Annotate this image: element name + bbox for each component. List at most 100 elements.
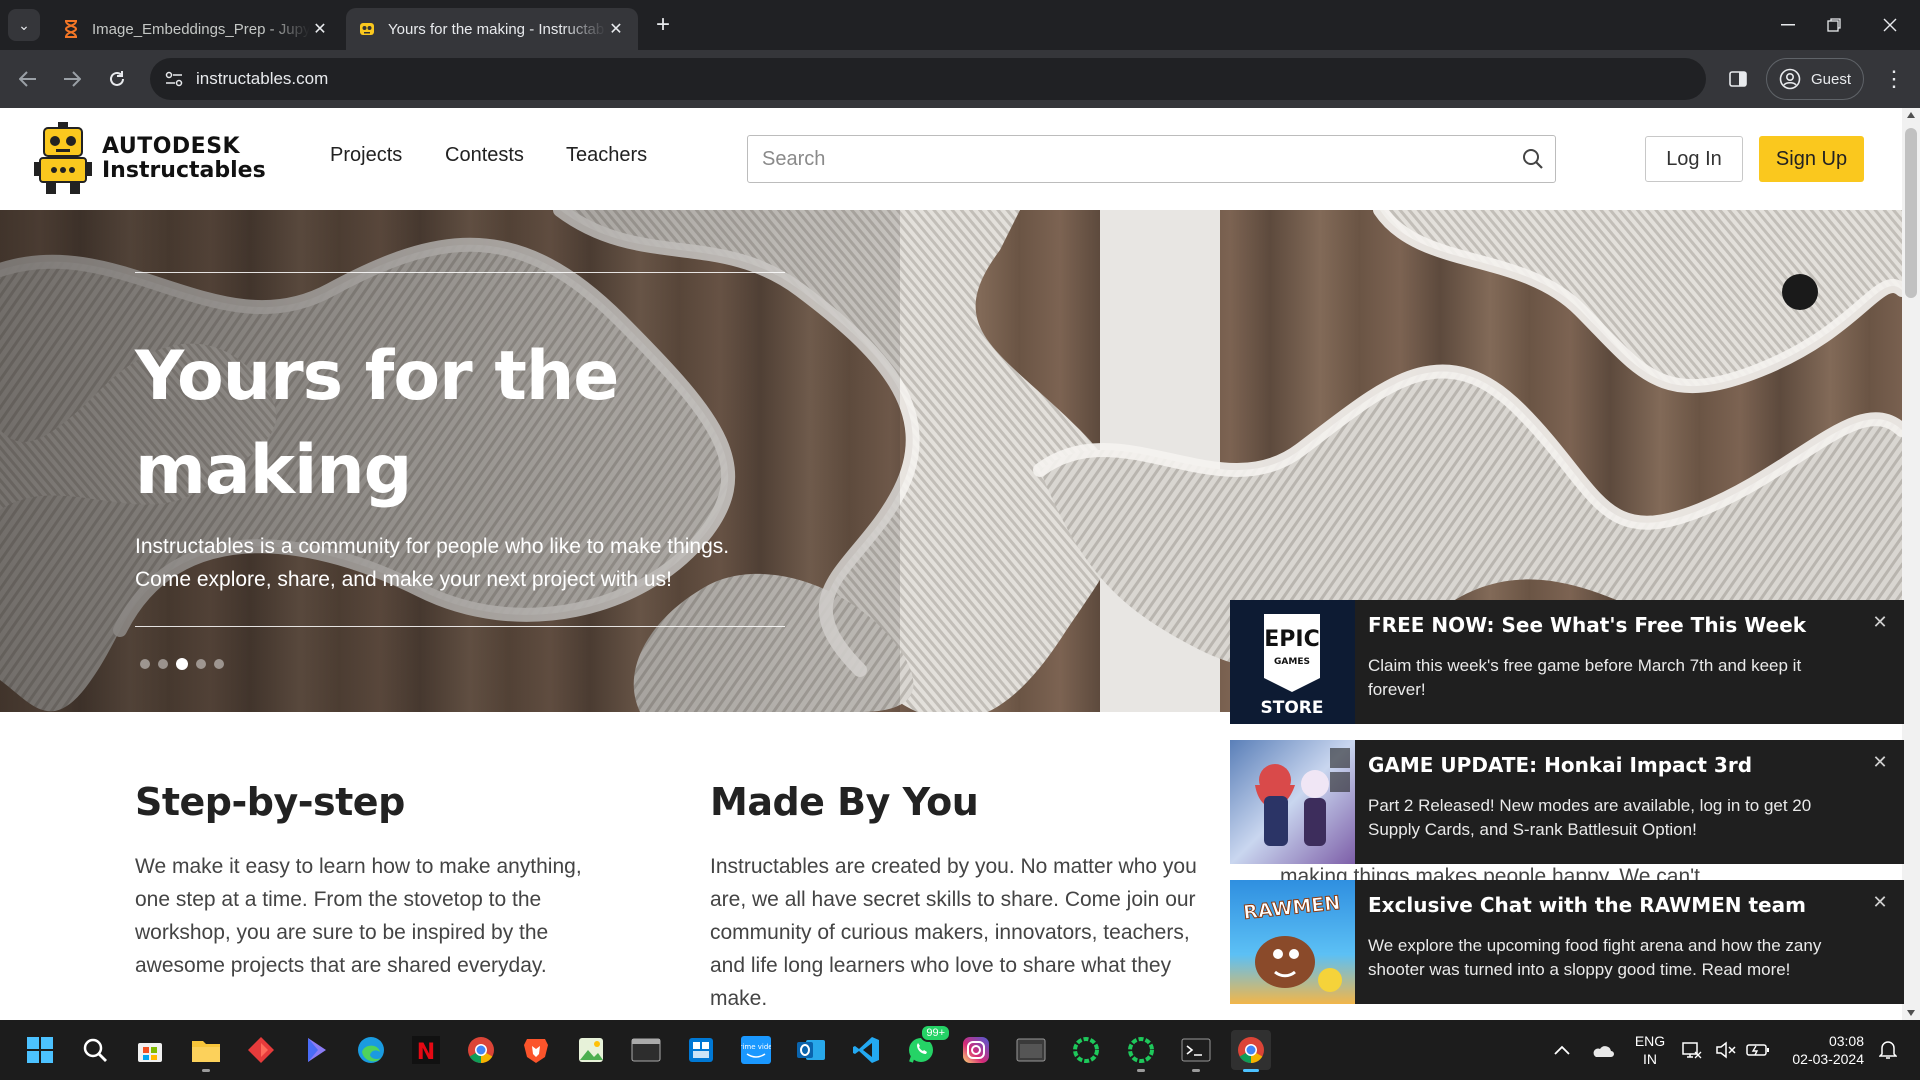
more-menu-icon[interactable]: ⋮	[1880, 63, 1908, 95]
scroll-down-icon[interactable]	[1907, 1010, 1915, 1016]
log-in-button[interactable]: Log In	[1645, 136, 1743, 182]
tab-close-icon[interactable]: ✕	[310, 19, 330, 39]
close-icon[interactable]: ✕	[1868, 890, 1892, 914]
site-info-icon[interactable]	[162, 67, 186, 91]
netflix-icon[interactable]: N	[406, 1030, 446, 1070]
hero-subtitle: Instructables is a community for people …	[135, 530, 815, 596]
onedrive-cloud-icon[interactable]	[1582, 1030, 1622, 1070]
forward-arrow-icon[interactable]	[56, 63, 88, 95]
chrome-active-icon[interactable]	[1231, 1030, 1271, 1072]
outlook-icon[interactable]	[791, 1030, 831, 1070]
instructables-logo[interactable]: AUTODESK Instructables	[34, 122, 266, 196]
system-clock[interactable]: 03:08 02-03-2024	[1782, 1032, 1864, 1068]
close-icon[interactable]: ✕	[1868, 610, 1892, 634]
guest-avatar-icon	[1779, 68, 1801, 90]
feature-title: Step-by-step	[135, 780, 405, 824]
app-red-icon[interactable]	[241, 1030, 281, 1070]
nav-teachers[interactable]: Teachers	[566, 144, 647, 167]
profile-label: Guest	[1811, 70, 1852, 88]
green-ring-2-icon[interactable]	[1121, 1030, 1161, 1072]
search-icon[interactable]	[75, 1030, 115, 1070]
running-indicator	[1243, 1069, 1259, 1072]
address-bar[interactable]: instructables.com	[150, 58, 1706, 100]
scroll-up-icon[interactable]	[1907, 112, 1915, 118]
rawmen-logo-text: RAWMEN	[1242, 892, 1341, 924]
new-tab-button[interactable]: +	[650, 11, 676, 38]
running-indicator	[1192, 1069, 1200, 1072]
search-box	[747, 135, 1556, 183]
hourglass-icon	[62, 20, 80, 38]
tab-title: Yours for the making - Instructables	[388, 20, 606, 38]
carousel-dot-2[interactable]	[158, 659, 168, 669]
photos-icon[interactable]	[571, 1030, 611, 1070]
notification-epic-free[interactable]: EPIC GAMES STORE FREE NOW: See What's Fr…	[1230, 600, 1904, 724]
whatsapp-unread-badge: 99+	[920, 1024, 951, 1042]
notification-body: GAME UPDATE: Honkai Impact 3rd Part 2 Re…	[1355, 740, 1904, 864]
instagram-icon[interactable]	[956, 1030, 996, 1070]
notification-bell-icon[interactable]	[1868, 1030, 1908, 1070]
site-header: AUTODESK Instructables Projects Contests…	[0, 108, 1902, 210]
notification-text: We explore the upcoming food fight arena…	[1368, 936, 1822, 979]
honkai-impact-thumb	[1230, 740, 1355, 864]
notification-body: Exclusive Chat with the RAWMEN team We e…	[1355, 880, 1904, 1004]
search-input[interactable]	[748, 136, 1511, 182]
prime-video-icon[interactable]: prime video	[736, 1030, 776, 1070]
carousel-dot-5[interactable]	[214, 659, 224, 669]
feature-text: Instructables are created by you. No mat…	[710, 855, 1197, 1010]
language-line-2: IN	[1643, 1051, 1657, 1067]
start-icon[interactable]	[20, 1030, 60, 1070]
feature-step-by-step: Step-by-step We make it easy to learn ho…	[135, 780, 605, 982]
reload-icon[interactable]	[101, 63, 133, 95]
scrollbar-thumb[interactable]	[1905, 128, 1917, 298]
hero-bottom-divider	[135, 626, 785, 627]
epic-games-store-thumb: EPIC GAMES STORE	[1230, 600, 1355, 724]
side-panel-icon[interactable]	[1724, 65, 1752, 93]
hero-subtitle-line-1: Instructables is a community for people …	[135, 535, 730, 558]
whatsapp-icon[interactable]: 99+	[901, 1024, 951, 1070]
nav-contests[interactable]: Contests	[445, 144, 524, 167]
window-app-icon[interactable]	[1011, 1030, 1051, 1070]
carousel-dots	[140, 658, 224, 670]
close-icon[interactable]: ✕	[1868, 750, 1892, 774]
vscode-icon[interactable]	[846, 1030, 886, 1070]
profile-button[interactable]: Guest	[1766, 58, 1864, 100]
tab-search-button[interactable]: ⌄	[8, 9, 40, 41]
language-indicator[interactable]: ENG IN	[1632, 1032, 1668, 1068]
green-ring-icon[interactable]	[1066, 1030, 1106, 1070]
notification-rawmen-chat[interactable]: RAWMEN Exclusive Chat with the RAWMEN te…	[1230, 880, 1904, 1004]
file-explorer-icon[interactable]	[186, 1030, 226, 1072]
carousel-dot-1[interactable]	[140, 659, 150, 669]
notification-text: Claim this week's free game before March…	[1368, 656, 1802, 699]
tab-jupyter[interactable]: Image_Embeddings_Prep - Jupyter ✕	[50, 8, 342, 50]
search-icon[interactable]	[1511, 137, 1555, 181]
logo-instructables-text: Instructables	[102, 158, 266, 183]
epic-store-text: STORE	[1261, 698, 1324, 718]
restore-icon[interactable]	[1806, 0, 1862, 50]
tab-close-icon[interactable]: ✕	[606, 19, 626, 39]
cmd-icon[interactable]	[1176, 1030, 1216, 1072]
terminal-icon[interactable]	[626, 1030, 666, 1070]
edge-icon[interactable]	[351, 1030, 391, 1070]
netflix-letter: N	[417, 1040, 435, 1064]
tab-title: Image_Embeddings_Prep - Jupyter	[92, 20, 310, 38]
page-scrollbar[interactable]	[1902, 108, 1920, 1020]
sign-up-button[interactable]: Sign Up	[1759, 136, 1864, 182]
language-line-1: ENG	[1634, 1033, 1666, 1049]
windows-app-icon[interactable]	[681, 1030, 721, 1070]
store-icon[interactable]	[130, 1030, 170, 1070]
app-purple-icon[interactable]	[296, 1030, 336, 1070]
carousel-dot-4[interactable]	[196, 659, 206, 669]
battery-icon[interactable]	[1738, 1030, 1778, 1070]
notification-honkai-update[interactable]: GAME UPDATE: Honkai Impact 3rd Part 2 Re…	[1230, 740, 1904, 864]
close-window-icon[interactable]	[1862, 0, 1918, 50]
tab-instructables[interactable]: Yours for the making - Instructables ✕	[346, 8, 638, 50]
nav-projects[interactable]: Projects	[330, 144, 402, 167]
back-arrow-icon[interactable]	[12, 63, 44, 95]
chrome-icon[interactable]	[461, 1030, 501, 1070]
chevron-up-icon[interactable]	[1542, 1030, 1582, 1070]
carousel-dot-3[interactable]	[176, 658, 188, 670]
hero-title: Yours for the making	[135, 337, 619, 510]
logo-autodesk-text: AUTODESK	[102, 134, 241, 159]
brave-icon[interactable]	[516, 1030, 556, 1070]
epic-games-text: GAMES	[1274, 657, 1310, 667]
